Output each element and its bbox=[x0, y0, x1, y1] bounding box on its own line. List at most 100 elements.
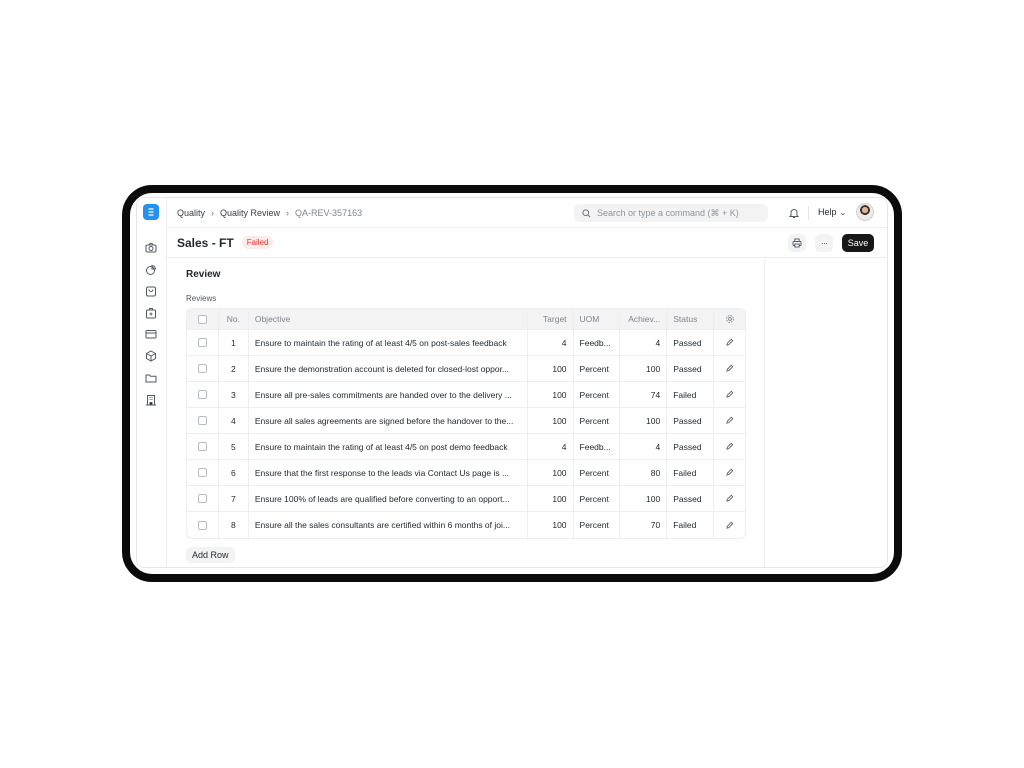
objective-cell[interactable]: Ensure all the sales consultants are cer… bbox=[249, 512, 528, 538]
print-button[interactable] bbox=[788, 234, 806, 252]
form-body: Review Reviews No. Objective Target UOM … bbox=[167, 259, 765, 567]
camera-icon[interactable] bbox=[145, 242, 157, 254]
target-cell[interactable]: 100 bbox=[528, 356, 574, 381]
target-cell[interactable]: 4 bbox=[528, 330, 574, 355]
folder-icon[interactable] bbox=[145, 372, 157, 384]
row-checkbox[interactable] bbox=[197, 338, 207, 347]
objective-cell[interactable]: Ensure all sales agreements are signed b… bbox=[249, 408, 528, 433]
achieved-cell[interactable]: 4 bbox=[620, 330, 668, 355]
uom-cell[interactable]: Feedb... bbox=[574, 434, 621, 459]
status-cell[interactable]: Passed bbox=[667, 486, 715, 511]
table-row[interactable]: 5 Ensure to maintain the rating of at lea… bbox=[187, 434, 745, 460]
achieved-cell[interactable]: 100 bbox=[620, 356, 668, 381]
select-all-checkbox[interactable] bbox=[197, 314, 207, 324]
uom-cell[interactable]: Percent bbox=[574, 512, 621, 538]
column-header-uom: UOM bbox=[574, 309, 621, 329]
status-cell[interactable]: Failed bbox=[667, 382, 715, 407]
objective-cell[interactable]: Ensure to maintain the rating of at leas… bbox=[249, 434, 528, 459]
edit-row-button[interactable] bbox=[714, 408, 745, 433]
row-checkbox[interactable] bbox=[197, 494, 207, 503]
uom-cell[interactable]: Feedb... bbox=[574, 330, 621, 355]
table-row[interactable]: 3 Ensure all pre-sales commitments are ha… bbox=[187, 382, 745, 408]
table-row[interactable]: 6 Ensure that the first response to the l… bbox=[187, 460, 745, 486]
objective-cell[interactable]: Ensure 100% of leads are qualified befor… bbox=[249, 486, 528, 511]
more-options-button[interactable]: ··· bbox=[815, 234, 833, 252]
shopping-bag-icon[interactable] bbox=[145, 285, 157, 297]
device-frame: Quality › Quality Review › QA-REV-357163… bbox=[122, 185, 902, 582]
objective-cell[interactable]: Ensure all pre-sales commitments are han… bbox=[249, 382, 528, 407]
uom-cell[interactable]: Percent bbox=[574, 460, 621, 485]
row-checkbox[interactable] bbox=[197, 442, 207, 451]
avatar[interactable] bbox=[856, 203, 874, 221]
target-cell[interactable]: 100 bbox=[528, 408, 574, 433]
status-cell[interactable]: Passed bbox=[667, 330, 715, 355]
breadcrumb-quality-review[interactable]: Quality Review bbox=[220, 208, 280, 218]
target-cell[interactable]: 100 bbox=[528, 512, 574, 538]
table-row[interactable]: 4 Ensure all sales agreements are signed … bbox=[187, 408, 745, 434]
breadcrumb-quality[interactable]: Quality bbox=[177, 208, 205, 218]
section-title: Review bbox=[186, 269, 221, 280]
row-checkbox[interactable] bbox=[197, 416, 207, 425]
edit-row-button[interactable] bbox=[714, 330, 745, 355]
edit-row-button[interactable] bbox=[714, 512, 745, 538]
edit-row-button[interactable] bbox=[714, 434, 745, 459]
edit-row-button[interactable] bbox=[714, 460, 745, 485]
objective-cell[interactable]: Ensure to maintain the rating of at leas… bbox=[249, 330, 528, 355]
achieved-cell[interactable]: 100 bbox=[620, 486, 668, 511]
credit-card-icon[interactable] bbox=[145, 328, 157, 340]
uom-cell[interactable]: Percent bbox=[574, 356, 621, 381]
edit-row-button[interactable] bbox=[714, 356, 745, 381]
target-cell[interactable]: 100 bbox=[528, 382, 574, 407]
table-row[interactable]: 2 Ensure the demonstration account is del… bbox=[187, 356, 745, 382]
edit-row-button[interactable] bbox=[714, 486, 745, 511]
target-cell[interactable]: 100 bbox=[528, 460, 574, 485]
status-cell[interactable]: Failed bbox=[667, 460, 715, 485]
row-checkbox[interactable] bbox=[197, 390, 207, 399]
row-number: 3 bbox=[219, 382, 249, 407]
target-cell[interactable]: 100 bbox=[528, 486, 574, 511]
objective-text: Ensure all pre-sales commitments are han… bbox=[254, 389, 512, 400]
search-input[interactable]: Search or type a command (⌘ + K) bbox=[574, 204, 768, 222]
building-icon[interactable] bbox=[145, 394, 157, 406]
achieved-cell[interactable]: 100 bbox=[620, 408, 668, 433]
uom-cell[interactable]: Percent bbox=[574, 382, 621, 407]
objective-text: Ensure the demonstration account is dele… bbox=[254, 363, 510, 374]
status-cell[interactable]: Failed bbox=[667, 512, 715, 538]
add-row-button[interactable]: Add Row bbox=[186, 547, 235, 563]
objective-text: Ensure 100% of leads are qualified befor… bbox=[254, 493, 510, 504]
pie-chart-icon[interactable] bbox=[145, 264, 157, 276]
target-cell[interactable]: 4 bbox=[528, 434, 574, 459]
row-checkbox[interactable] bbox=[197, 520, 207, 530]
row-select-cell bbox=[187, 382, 219, 407]
achieved-cell[interactable]: 4 bbox=[620, 434, 668, 459]
row-checkbox[interactable] bbox=[197, 364, 207, 373]
row-checkbox[interactable] bbox=[197, 468, 207, 477]
achieved-cell[interactable]: 80 bbox=[620, 460, 668, 485]
column-settings-button[interactable] bbox=[714, 309, 745, 329]
table-row[interactable]: 8 Ensure all the sales consultants are ce… bbox=[187, 512, 745, 538]
search-icon bbox=[582, 208, 591, 217]
table-row[interactable]: 1 Ensure to maintain the rating of at lea… bbox=[187, 330, 745, 356]
achieved-cell[interactable]: 74 bbox=[620, 382, 668, 407]
status-cell[interactable]: Passed bbox=[667, 408, 715, 433]
objective-text: Ensure to maintain the rating of at leas… bbox=[254, 441, 508, 452]
table-row[interactable]: 7 Ensure 100% of leads are qualified befo… bbox=[187, 486, 745, 512]
help-dropdown[interactable]: Help ⌄ bbox=[818, 207, 846, 217]
save-button[interactable]: Save bbox=[842, 234, 874, 252]
uom-cell[interactable]: Percent bbox=[574, 486, 621, 511]
uom-cell[interactable]: Percent bbox=[574, 408, 621, 433]
reviews-label: Reviews bbox=[186, 294, 217, 303]
app-logo-icon[interactable] bbox=[143, 204, 159, 220]
pencil-icon bbox=[726, 390, 734, 398]
bell-icon[interactable] bbox=[788, 207, 800, 219]
status-cell[interactable]: Passed bbox=[667, 356, 715, 381]
objective-cell[interactable]: Ensure the demonstration account is dele… bbox=[249, 356, 528, 381]
row-select-cell bbox=[187, 486, 219, 511]
status-cell[interactable]: Passed bbox=[667, 434, 715, 459]
column-header-achieved: Achiev... bbox=[620, 309, 668, 329]
toolbox-icon[interactable] bbox=[145, 307, 157, 319]
edit-row-button[interactable] bbox=[714, 382, 745, 407]
achieved-cell[interactable]: 70 bbox=[620, 512, 668, 538]
objective-cell[interactable]: Ensure that the first response to the le… bbox=[249, 460, 528, 485]
package-icon[interactable] bbox=[145, 350, 157, 362]
